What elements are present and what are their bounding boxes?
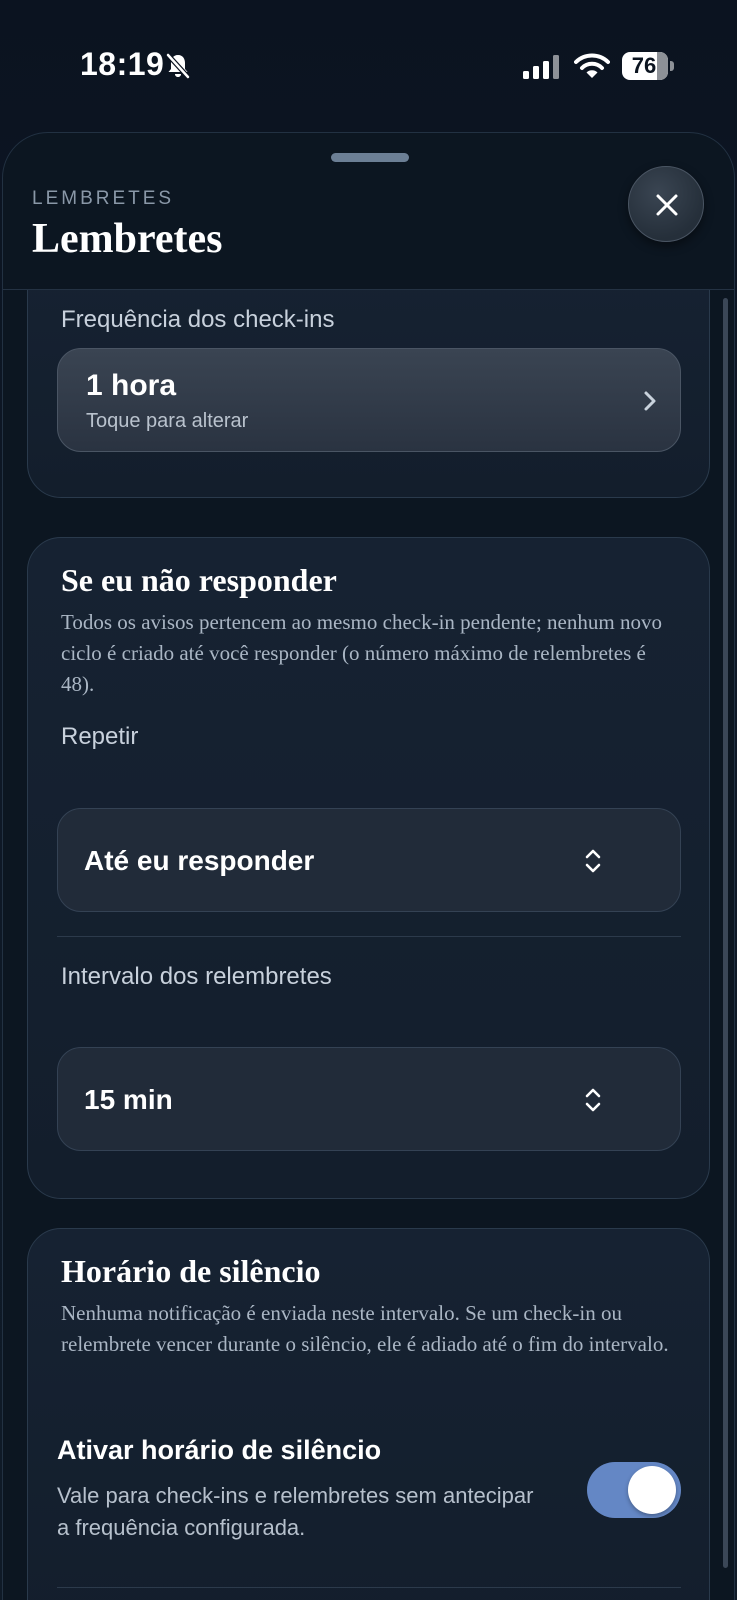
wifi-icon: [574, 53, 610, 78]
chevron-right-icon: [644, 391, 656, 411]
frequency-label: Frequência dos check-ins: [61, 306, 335, 333]
silence-toggle-description: Vale para check-ins e relembretes sem an…: [57, 1483, 534, 1540]
silence-description: Nenhuma notificação é enviada neste inte…: [61, 1301, 669, 1356]
battery-body: 76: [622, 52, 668, 80]
frequency-card: Frequência dos check-ins 1 hora Toque pa…: [27, 290, 710, 498]
screen: 18:19 76 LEMBRETES Lembretes Frequência …: [0, 0, 737, 1600]
battery-nub: [670, 61, 674, 71]
close-icon: [656, 194, 678, 216]
no-response-title: Se eu não responder: [61, 562, 337, 598]
status-time: 18:19: [80, 46, 165, 82]
silence-title: Horário de silêncio: [61, 1253, 321, 1289]
interval-label: Intervalo dos relembretes: [61, 963, 332, 990]
sheet-grabber[interactable]: [331, 153, 409, 162]
frequency-hint: Toque para alterar: [86, 410, 249, 432]
chevron-up-down-icon: [585, 849, 601, 873]
sheet-eyebrow: LEMBRETES: [32, 188, 175, 209]
section-divider: [57, 1587, 681, 1588]
silence-card: Horário de silêncio Nenhuma notificação …: [27, 1228, 710, 1600]
no-response-card: Se eu não responder Todos os avisos pert…: [27, 537, 710, 1199]
frequency-selector[interactable]: 1 hora Toque para alterar: [57, 348, 681, 452]
silence-toggle-title: Ativar horário de silêncio: [57, 1435, 382, 1465]
repeat-select[interactable]: Até eu responder: [57, 808, 681, 912]
repeat-label: Repetir: [61, 723, 139, 750]
chevron-up-down-icon: [585, 1088, 601, 1112]
sheet-title: Lembretes: [32, 216, 223, 262]
interval-select[interactable]: 15 min: [57, 1047, 681, 1151]
no-response-description: Todos os avisos pertencem ao mesmo check…: [61, 610, 662, 696]
battery-icon: 76: [622, 52, 674, 80]
interval-value: 15 min: [84, 1084, 173, 1115]
close-button[interactable]: [628, 166, 704, 242]
section-divider: [57, 936, 681, 937]
cellular-signal-icon: [523, 55, 559, 79]
status-bar: 18:19 76: [0, 0, 737, 120]
frequency-value: 1 hora: [86, 369, 177, 402]
silence-toggle[interactable]: [587, 1462, 681, 1518]
scroll-content[interactable]: Frequência dos check-ins 1 hora Toque pa…: [0, 290, 737, 1600]
toggle-knob: [628, 1466, 676, 1514]
scrollbar[interactable]: [723, 298, 728, 1568]
bell-slash-icon: [166, 53, 190, 79]
battery-level: 76: [631, 53, 657, 78]
repeat-value: Até eu responder: [84, 845, 315, 876]
